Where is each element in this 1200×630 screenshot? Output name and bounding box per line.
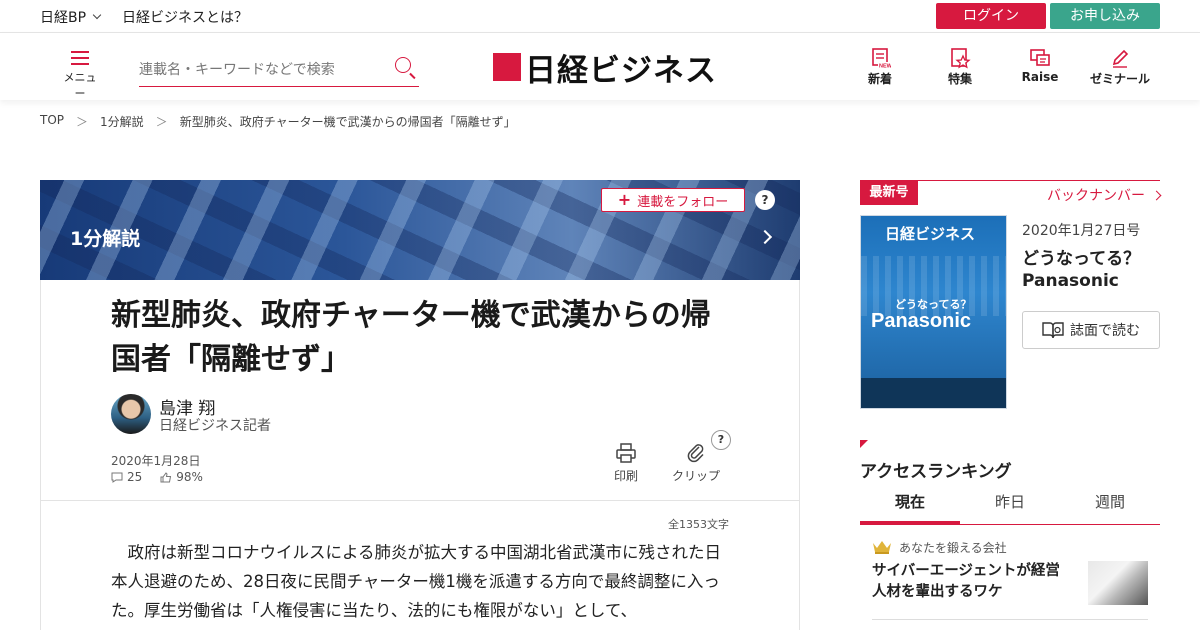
article-card: 新型肺炎、政府チャーター機で武漢からの帰国者「隔離せず」 島津 翔 日経ビジネス… [40,280,800,630]
follow-help-icon[interactable]: ? [755,190,775,210]
feature-icon [951,48,971,69]
nav-feature-label: 特集 [947,72,972,86]
issue-title[interactable]: どうなってる？ Panasonic [1022,248,1140,292]
logo-mark [493,53,521,81]
ranking-item-thumbnail[interactable] [1088,561,1148,605]
nav-feature[interactable]: 特集 [930,47,990,87]
cover-footer [861,378,1006,408]
ranking-item-title[interactable]: サイバーエージェントが経営人材を輩出するワケ [872,561,1072,603]
clip-help-icon[interactable]: ? [711,430,731,450]
issue-title-line2: Panasonic [1022,271,1119,291]
nav-seminar-label: ゼミナール [1090,72,1151,86]
open-book-icon [1042,322,1064,339]
ranking-tabs: 現在 昨日 週間 [860,488,1160,525]
publish-date: 2020年1月28日 [111,454,201,468]
raise-icon [1030,49,1050,66]
nav-seminar[interactable]: ゼミナール [1090,47,1150,87]
nav-raise-label: Raise [1021,70,1059,84]
utility-links: 日経BP 日経ビジネスとは？ [40,0,248,33]
hamburger-icon [71,51,89,65]
tab-weekly[interactable]: 週間 [1060,488,1160,524]
follow-series-button[interactable]: + 連載をフォロー [601,188,745,212]
article-stats: 25 98% [111,470,203,484]
like-rate-value: 98% [176,470,203,484]
ranking-flag-icon [860,440,868,448]
back-numbers-link[interactable]: バックナンバー [1047,185,1162,205]
new-icon: NEW [872,48,891,70]
comment-count-value: 25 [127,470,143,484]
login-button[interactable]: ログイン [936,3,1046,29]
pen-icon [1112,49,1129,68]
print-icon [616,443,636,463]
breadcrumb-top[interactable]: TOP [40,113,64,130]
crown-icon [873,541,891,554]
like-rate[interactable]: 98% [160,470,203,484]
chevron-down-icon [92,10,102,20]
series-banner[interactable]: 1分解説 + 連載をフォロー ? [40,180,800,280]
latest-issue-badge: 最新号 [860,180,918,205]
nikkei-bp-label: 日経BP [40,9,87,26]
site-header: メニュー 連載名・キーワードなどで検索 日経ビジネス NEW 新着 特集 Rai… [0,33,1200,100]
nikkei-bp-menu[interactable]: 日経BP [40,7,102,27]
magazine-cover[interactable]: 日経ビジネス どうなってる？ Panasonic [860,215,1007,409]
paperclip-icon [687,444,704,463]
cover-masthead: 日経ビジネス [885,225,976,243]
back-numbers-label: バックナンバー [1047,188,1145,204]
plus-icon: + [617,190,632,209]
author-role: 日経ビジネス記者 [159,418,271,434]
tab-yesterday[interactable]: 昨日 [960,488,1060,524]
print-label: 印刷 [614,469,639,483]
logo-text: 日経ビジネス [525,52,717,89]
ranking-item-divider [872,619,1148,620]
author-avatar[interactable] [111,394,151,434]
read-magazine-label: 誌面で読む [1070,323,1140,339]
article-headline: 新型肺炎、政府チャーター機で武漢からの帰国者「隔離せず」 [111,298,711,377]
character-count: 全1353文字 [668,518,729,531]
svg-text:NEW: NEW [879,64,891,70]
comment-count[interactable]: 25 [111,470,142,484]
menu-button[interactable]: メニュー [60,49,100,100]
clip-label: クリップ [672,469,721,483]
signup-button[interactable]: お申し込み [1050,3,1160,29]
chevron-right-icon [1151,190,1162,200]
article-body: 政府は新型コロナウイルスによる肺炎が拡大する中国湖北省武漢市に残された日本人退避… [111,543,722,620]
search-placeholder: 連載名・キーワードなどで検索 [139,62,335,78]
breadcrumb-series[interactable]: 1分解説 [100,113,144,130]
site-logo[interactable]: 日経ビジネス [493,47,717,89]
about-link[interactable]: 日経ビジネスとは？ [122,7,248,27]
ranking-title: アクセスランキング [860,462,1012,482]
utility-bar: 日経BP 日経ビジネスとは？ ログイン お申し込み [0,0,1200,33]
search-input[interactable]: 連載名・キーワードなどで検索 [139,51,419,87]
series-title: 1分解説 [70,228,141,250]
breadcrumb-separator: ＞ [155,115,168,129]
chevron-right-icon[interactable] [757,229,773,245]
nav-new-label: 新着 [867,72,892,86]
thumbs-up-icon [160,471,172,482]
read-magazine-button[interactable]: 誌面で読む [1022,311,1160,349]
comment-icon [111,472,123,483]
nav-new[interactable]: NEW 新着 [850,47,910,87]
clip-button[interactable]: クリップ [672,442,720,484]
breadcrumb: TOP ＞ 1分解説 ＞ 新型肺炎、政府チャーター機で武漢からの帰国者「隔離せず… [40,113,516,130]
ranking-item-category[interactable]: あなたを鍛える会社 [899,539,1007,556]
nav-raise[interactable]: Raise [1010,47,1070,84]
article-divider [41,500,799,501]
follow-label: 連載をフォロー [637,194,729,210]
breadcrumb-current: 新型肺炎、政府チャーター機で武漢からの帰国者「隔離せず」 [179,115,516,129]
search-icon[interactable] [395,57,411,73]
issue-date: 2020年1月27日号 [1022,223,1141,239]
issue-title-line1: どうなってる？ [1022,249,1141,269]
tab-now[interactable]: 現在 [860,488,960,524]
menu-label: メニュー [63,71,97,100]
cover-brand: Panasonic [871,310,972,332]
print-button[interactable]: 印刷 [614,442,638,484]
breadcrumb-separator: ＞ [76,115,89,129]
